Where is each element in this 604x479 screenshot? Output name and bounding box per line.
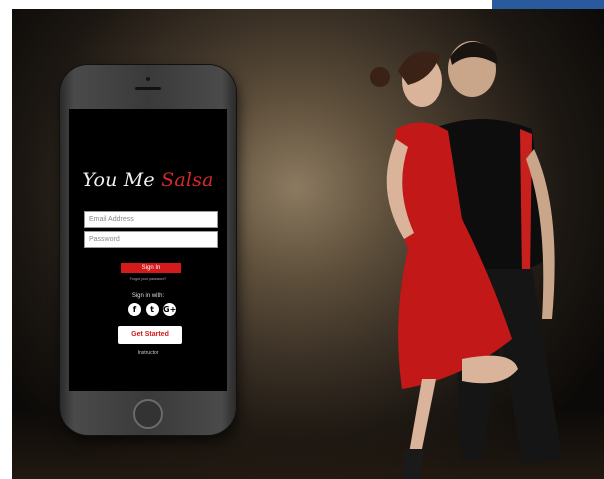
logo-text-main: You Me <box>82 169 162 191</box>
sign-in-with-label: Sign in with: <box>131 293 165 299</box>
phone-mockup: You Me Salsa Email Address Password Sign… <box>60 65 236 435</box>
sign-in-button[interactable]: Sign In <box>121 263 181 273</box>
email-field[interactable]: Email Address <box>84 211 218 228</box>
phone-speaker <box>135 87 161 90</box>
twitter-icon[interactable]: t <box>145 303 159 316</box>
phone-home-button <box>133 399 163 429</box>
phone-camera <box>146 77 150 81</box>
instructor-link[interactable]: Instructor <box>69 350 227 356</box>
facebook-icon[interactable]: f <box>128 303 141 316</box>
phone-screen: You Me Salsa Email Address Password Sign… <box>69 109 227 391</box>
forgot-password-link[interactable]: Forgot your password? <box>69 277 227 281</box>
password-field[interactable]: Password <box>84 231 218 248</box>
social-login-icons: f t G+ <box>128 303 176 317</box>
app-logo: You Me Salsa <box>69 169 227 191</box>
top-accent-bar <box>492 0 604 9</box>
google-plus-icon[interactable]: G+ <box>163 303 176 316</box>
salsa-dancers-image <box>370 41 562 479</box>
logo-text-accent: Salsa <box>161 169 214 191</box>
get-started-button[interactable]: Get Started <box>118 326 182 344</box>
